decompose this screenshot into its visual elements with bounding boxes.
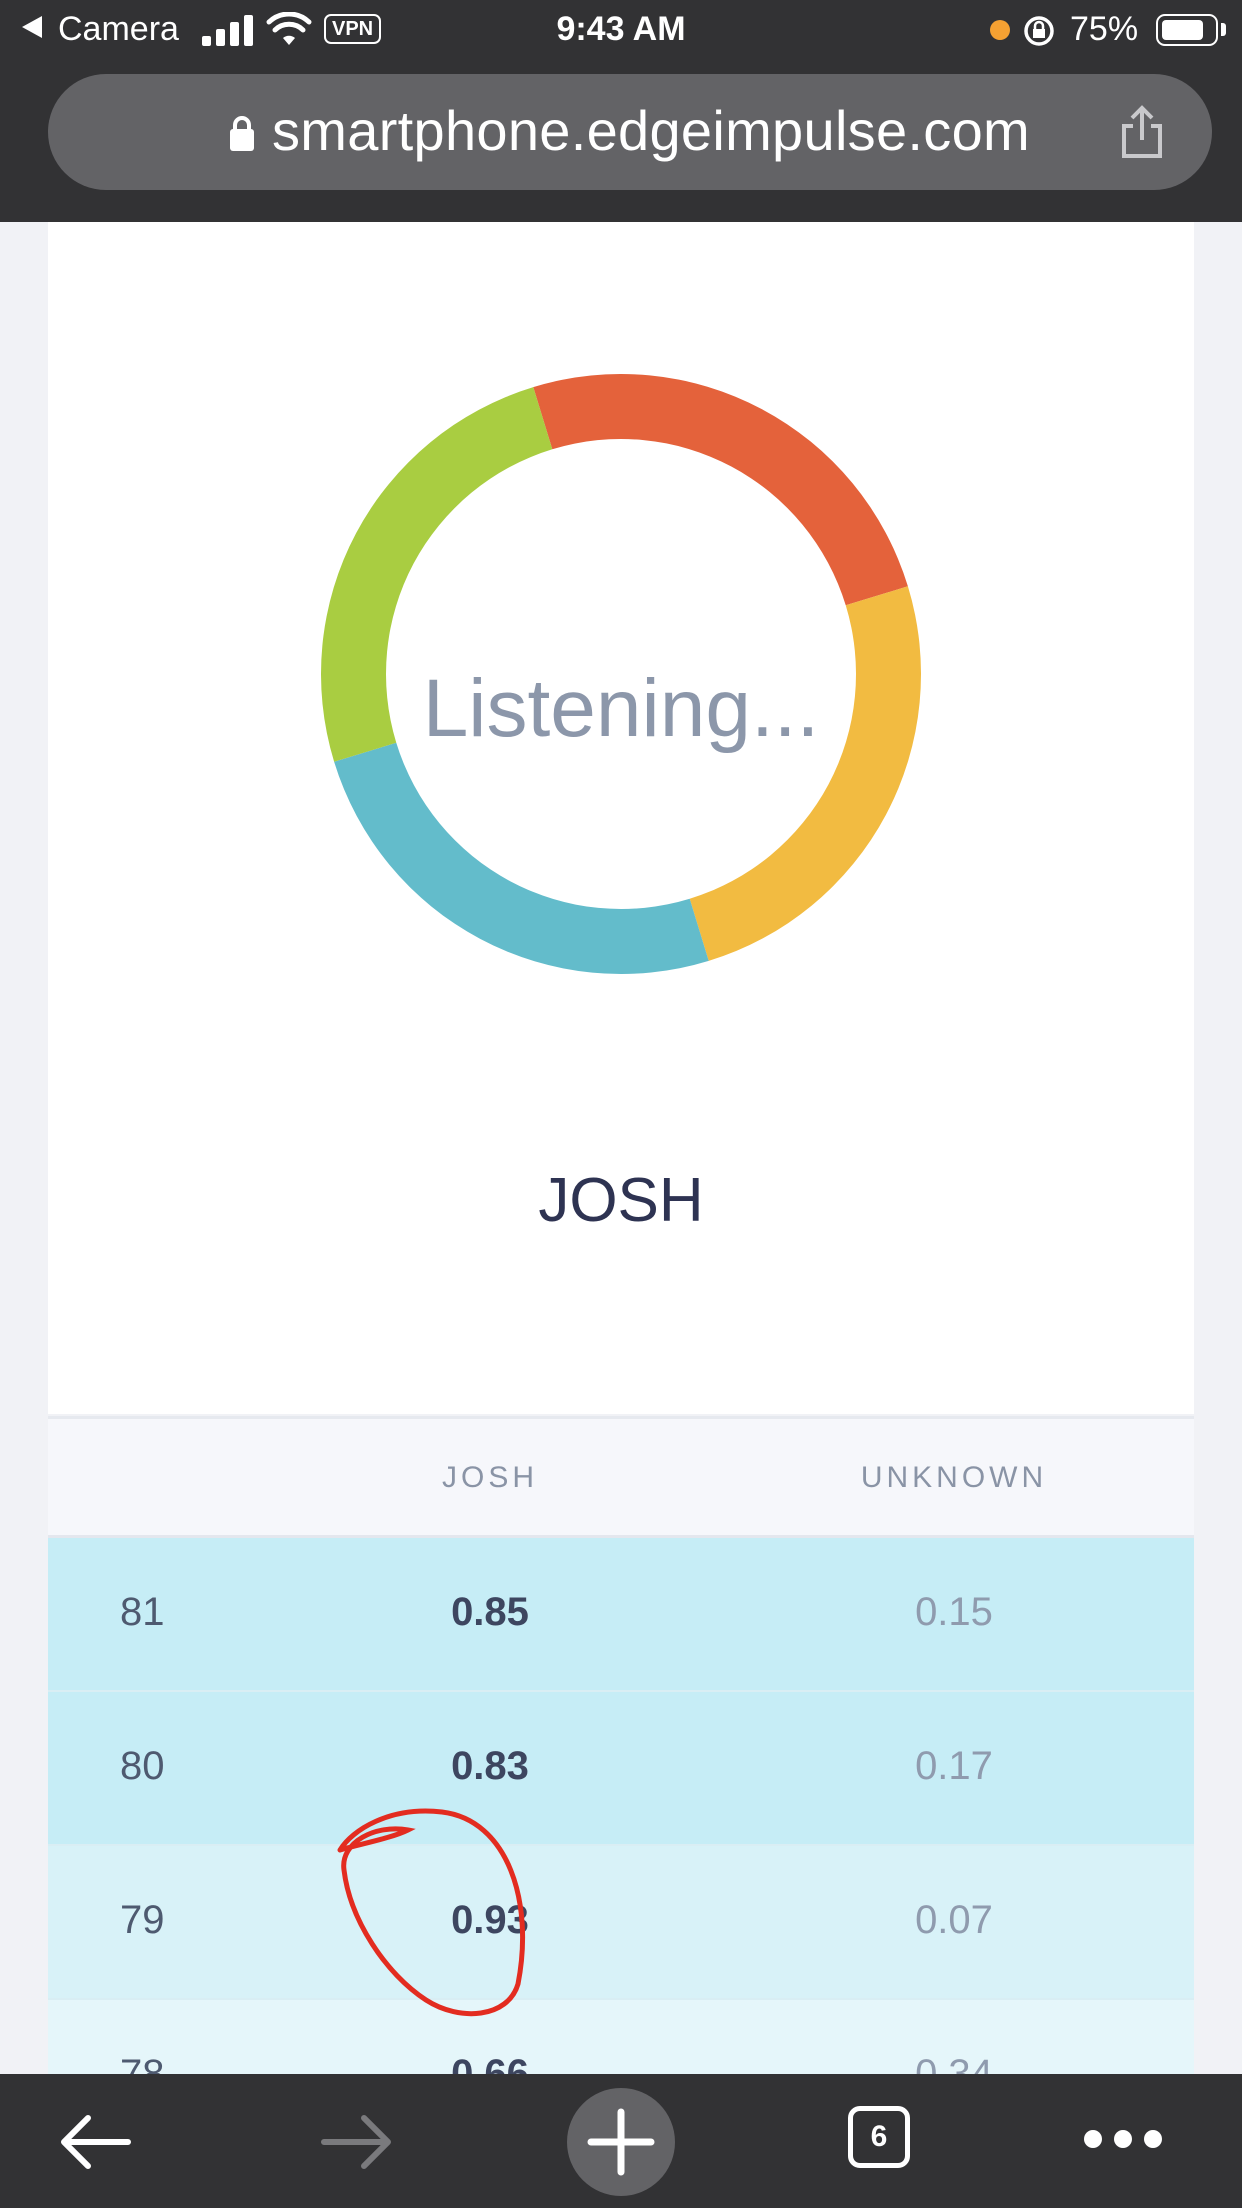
ring-segment-blue [334,742,709,974]
table-row: 81 0.85 0.15 [48,1538,1194,1692]
annotation-circle [337,1808,526,2017]
row-index: 80 [120,1744,165,1788]
more-menu-icon[interactable] [1084,2130,1174,2153]
row-index: 79 [120,1898,165,1942]
rotation-lock-icon [1024,16,1054,46]
battery-cap [1221,23,1226,36]
header-unknown: UNKNOWN [860,1461,1048,1494]
plus-icon [587,2108,655,2176]
josh-score: 0.85 [451,1590,529,1634]
unknown-score: 0.17 [915,1744,993,1788]
battery-percent: 75% [1070,10,1139,48]
battery-icon [1156,14,1218,46]
browser-toolbar: 6 [0,2074,1242,2208]
lock-icon [230,116,254,151]
classifier-card: Listening... JOSH [48,222,1194,1414]
table-row: 79 0.93 0.07 [48,1846,1194,2000]
unknown-score: 0.07 [915,1898,993,1942]
address-bar[interactable]: smartphone.edgeimpulse.com [48,74,1212,190]
new-tab-button[interactable] [567,2088,675,2196]
row-index: 81 [120,1590,165,1634]
ring-segment-yellow [689,586,921,961]
mic-in-use-dot-icon [990,20,1010,40]
header-josh: JOSH [441,1461,538,1494]
url-text[interactable]: smartphone.edgeimpulse.com [272,98,1030,163]
josh-score: 0.83 [451,1744,529,1788]
ring-segment-red [533,374,908,606]
table-row: 80 0.83 0.17 [48,1692,1194,1846]
back-arrow-icon[interactable] [58,2110,134,2174]
share-icon[interactable] [1118,104,1166,160]
listening-status: Listening... [422,663,820,754]
tab-switcher-button[interactable]: 6 [848,2106,910,2168]
results-table: JOSH UNKNOWN 81 0.85 0.15 80 0.83 0.17 7… [48,1416,1194,2154]
table-header: JOSH UNKNOWN [48,1416,1194,1538]
browser-address-area: smartphone.edgeimpulse.com [0,62,1242,222]
unknown-score: 0.15 [915,1590,993,1634]
status-bar: Camera VPN 9:43 AM 75% [0,0,1242,62]
predicted-label: JOSH [538,1166,704,1235]
forward-arrow-icon[interactable] [318,2110,394,2174]
